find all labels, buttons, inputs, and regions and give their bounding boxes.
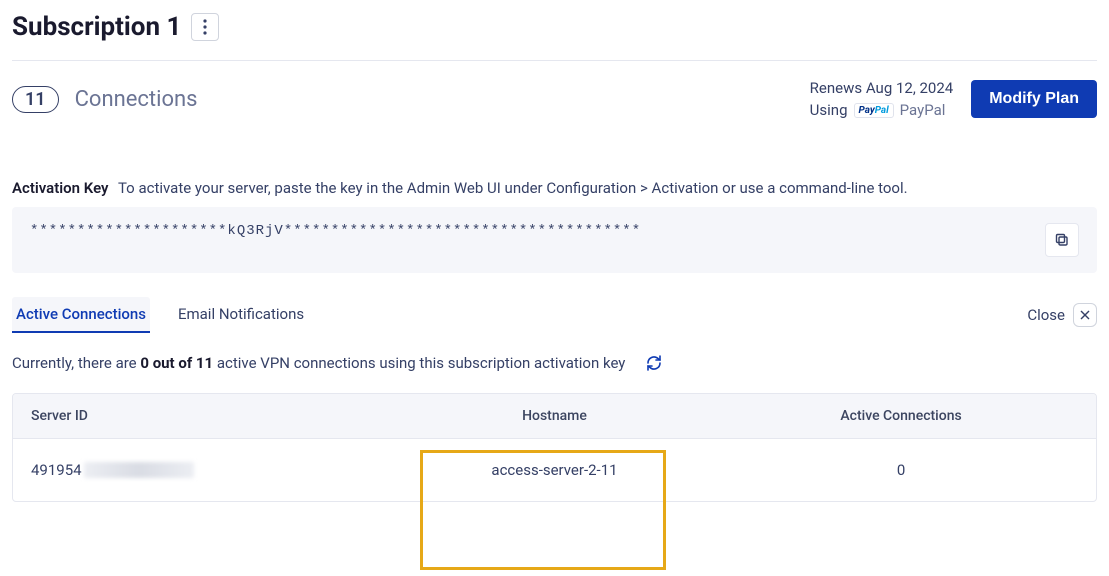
modify-plan-button[interactable]: Modify Plan xyxy=(971,80,1097,118)
divider xyxy=(12,60,1097,61)
cell-active-connections: 0 xyxy=(706,439,1096,501)
connections-label: Connections xyxy=(75,87,198,112)
more-actions-button[interactable] xyxy=(191,13,219,41)
kebab-icon xyxy=(203,19,207,35)
copy-icon xyxy=(1054,232,1070,248)
table-row: 491954 access-server-2-11 0 xyxy=(13,439,1096,501)
page-title: Subscription 1 xyxy=(12,12,181,42)
connections-table: Server ID Hostname Active Connections 49… xyxy=(12,393,1097,502)
renews-text: Renews Aug 12, 2024 xyxy=(810,79,954,97)
tab-active-connections[interactable]: Active Connections xyxy=(12,297,150,333)
close-button[interactable]: Close xyxy=(1027,303,1097,327)
th-active-connections: Active Connections xyxy=(706,394,1096,439)
redacted-mask xyxy=(84,462,194,478)
close-icon xyxy=(1073,303,1097,327)
cell-hostname: access-server-2-11 xyxy=(403,439,706,501)
activation-key-value: *********************kQ3RjV*************… xyxy=(30,223,641,239)
close-label: Close xyxy=(1027,306,1065,324)
connections-count-pill: 11 xyxy=(12,86,59,113)
activation-key-description: To activate your server, paste the key i… xyxy=(118,179,908,197)
th-server-id: Server ID xyxy=(13,394,403,439)
cell-server-id: 491954 xyxy=(31,461,385,479)
paypal-icon: PayPal xyxy=(854,103,894,118)
status-text: Currently, there are 0 out of 11 active … xyxy=(12,354,625,372)
th-hostname: Hostname xyxy=(403,394,706,439)
refresh-icon xyxy=(645,354,663,372)
using-prefix: Using xyxy=(810,101,848,119)
refresh-button[interactable] xyxy=(639,353,669,373)
payment-method-text: PayPal xyxy=(900,101,946,119)
copy-key-button[interactable] xyxy=(1045,223,1079,257)
tab-email-notifications[interactable]: Email Notifications xyxy=(174,297,308,333)
activation-key-label: Activation Key xyxy=(12,179,109,197)
